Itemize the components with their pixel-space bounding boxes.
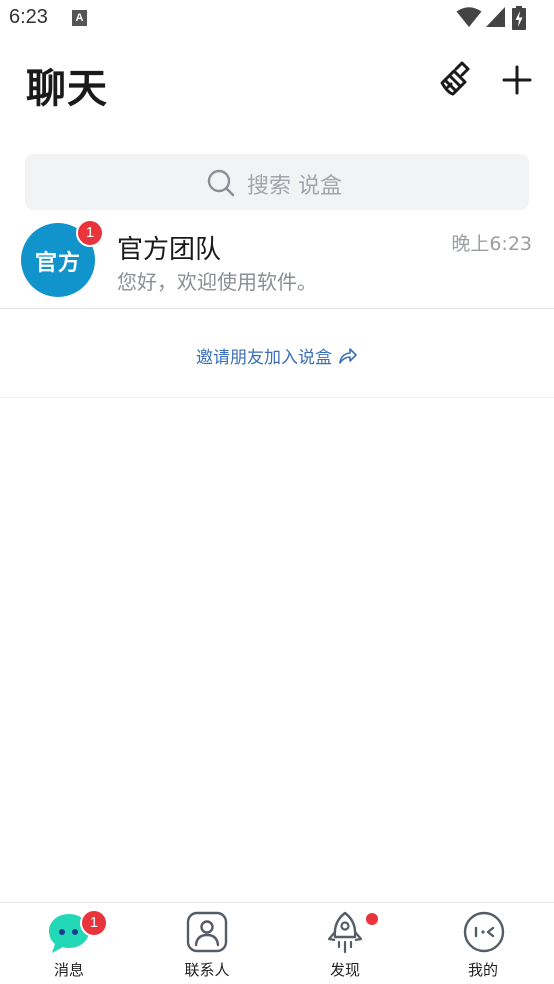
chat-list-item[interactable]: 官方 1 官方团队 您好，欢迎使用软件。 晚上6:23 — [0, 212, 554, 309]
tab-messages[interactable]: 1 消息 — [0, 903, 138, 984]
status-icons — [456, 6, 546, 30]
battery-charging-icon — [512, 6, 526, 30]
discover-dot — [366, 913, 378, 925]
notification-a-icon: A — [72, 10, 87, 26]
share-arrow-icon — [339, 347, 357, 364]
page-title: 聊天 — [26, 66, 108, 112]
chat-name: 官方团队 — [117, 235, 222, 265]
invite-label: 邀请朋友加入说盒 — [196, 348, 332, 368]
unread-badge: 1 — [76, 219, 104, 247]
messages-badge: 1 — [80, 909, 108, 937]
avatar-text: 官方 — [34, 251, 81, 276]
tab-profile[interactable]: 我的 — [414, 903, 552, 984]
status-time: 6:23 — [9, 6, 48, 28]
tab-messages-label: 消息 — [53, 961, 84, 979]
brush-clean-icon — [440, 61, 470, 96]
profile-face-icon — [463, 911, 505, 953]
search-icon — [207, 169, 235, 197]
tab-discover[interactable]: 发现 — [276, 903, 414, 984]
tab-discover-label: 发现 — [329, 961, 360, 979]
tab-contacts[interactable]: 联系人 — [138, 903, 276, 984]
signal-icon — [486, 7, 505, 27]
chat-preview: 您好，欢迎使用软件。 — [117, 270, 317, 294]
tab-contacts-label: 联系人 — [184, 961, 230, 979]
chat-time: 晚上6:23 — [451, 233, 532, 255]
search-placeholder: 搜索 说盒 — [247, 174, 342, 199]
invite-friends-link[interactable]: 邀请朋友加入说盒 — [0, 310, 554, 398]
clean-unread-button[interactable] — [436, 60, 476, 100]
rocket-icon — [327, 911, 363, 954]
status-bar: 6:23 A — [0, 0, 554, 40]
add-button[interactable] — [497, 60, 537, 100]
plus-icon — [502, 65, 532, 95]
wifi-icon — [456, 7, 482, 27]
tab-profile-label: 我的 — [467, 961, 498, 979]
search-bar[interactable]: 搜索 说盒 — [25, 154, 529, 210]
bottom-nav: 1 消息 联系人 发现 我的 — [0, 902, 554, 984]
contacts-icon — [186, 911, 228, 953]
